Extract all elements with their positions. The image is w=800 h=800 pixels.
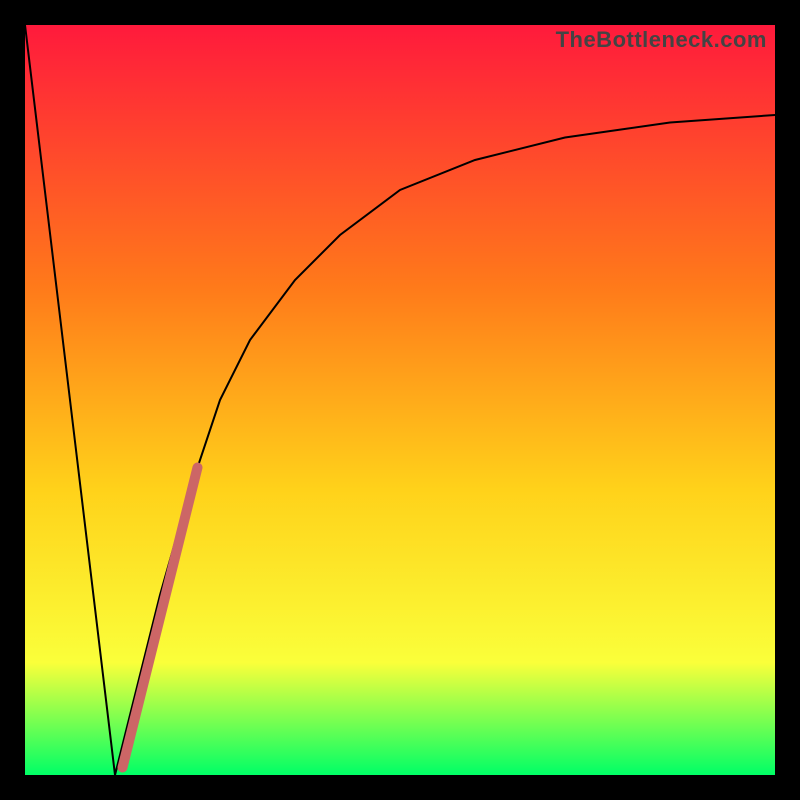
plot-area: TheBottleneck.com [25,25,775,775]
chart-frame: TheBottleneck.com [0,0,800,800]
gradient-background [25,25,775,775]
watermark-text: TheBottleneck.com [556,27,767,53]
chart-svg [25,25,775,775]
